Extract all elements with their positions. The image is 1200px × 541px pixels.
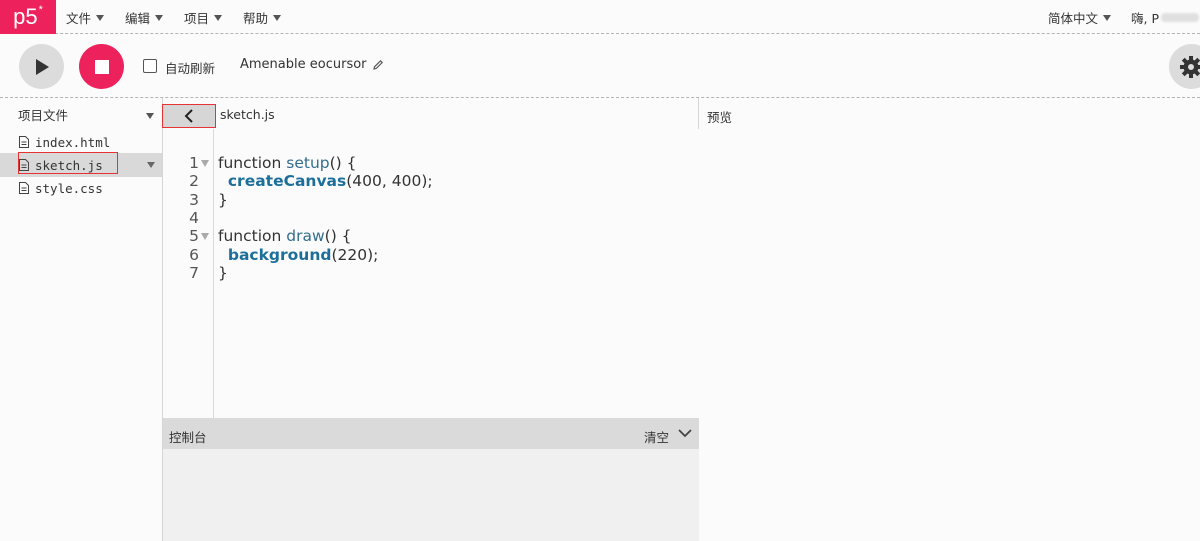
preview-title: 预览 (707, 110, 733, 125)
settings-button[interactable] (1169, 44, 1200, 89)
line-number: 1 (189, 154, 199, 172)
play-icon (35, 58, 49, 75)
code-line-6: background(220); (227, 245, 379, 264)
highlight-box (18, 152, 118, 174)
user-menu[interactable]: 嗨, P (1131, 0, 1199, 34)
menu-help-label: 帮助 (243, 10, 269, 26)
file-icon (19, 182, 29, 194)
code-line-3: } (218, 190, 228, 209)
line-number: 4 (189, 208, 199, 227)
file-item-index-html[interactable]: index.html (0, 130, 162, 154)
top-nav: p5 * 文件 编辑 项目 帮助 简体中文 嗨, P (0, 0, 1200, 34)
pencil-icon[interactable] (372, 59, 384, 71)
line-number: 6 (189, 245, 199, 264)
code-line-5: function draw() { (218, 227, 352, 246)
gear-icon (1180, 55, 1200, 78)
file-options-chevron-icon[interactable] (147, 162, 155, 168)
logo-text: p5 (13, 4, 38, 29)
user-greeting: 嗨, P (1131, 10, 1159, 26)
chevron-down-icon (1103, 15, 1112, 21)
line-number: 7 (189, 263, 199, 282)
project-name-text: Amenable eocursor (240, 57, 367, 72)
menu-project-label: 项目 (184, 10, 210, 26)
sidebar-header: 项目文件 (0, 98, 162, 130)
stop-button[interactable] (79, 44, 124, 89)
project-name[interactable]: Amenable eocursor (240, 57, 384, 72)
menu-file-label: 文件 (66, 10, 92, 26)
editor-header: sketch.js (162, 98, 699, 130)
code-editor-panel: sketch.js 1 function setup() { 2 createC… (162, 98, 699, 541)
console-title: 控制台 (169, 430, 207, 445)
sidebar-options-chevron-icon[interactable] (146, 113, 154, 119)
menu-edit[interactable]: 编辑 (125, 0, 164, 34)
highlight-box (162, 104, 216, 128)
console-header: 控制台 清空 (163, 418, 699, 449)
code-line-1: function setup() { (218, 154, 357, 172)
line-number: 2 (189, 172, 199, 191)
file-sidebar: 项目文件 index.html sketch.js style.css (0, 98, 162, 541)
language-selector[interactable]: 简体中文 (1048, 0, 1112, 34)
code-line-2: createCanvas(400, 400); (227, 172, 433, 191)
console-panel: 控制台 清空 (163, 418, 699, 541)
chevron-down-icon (155, 15, 164, 21)
editor-file-tab: sketch.js (220, 107, 275, 122)
menu-project[interactable]: 项目 (184, 0, 223, 34)
file-icon (19, 136, 29, 148)
line-number: 5 (189, 227, 199, 246)
code-line-7: } (218, 263, 228, 282)
logo-asterisk: * (38, 4, 43, 16)
p5-logo[interactable]: p5 * (0, 0, 56, 34)
menu-file[interactable]: 文件 (66, 0, 105, 34)
play-button[interactable] (19, 44, 64, 89)
file-item-style-css[interactable]: style.css (0, 176, 162, 200)
chevron-down-icon (96, 15, 105, 21)
fold-arrow-icon[interactable] (201, 160, 209, 167)
autorefresh-checkbox[interactable] (143, 59, 157, 73)
line-number: 3 (189, 190, 199, 209)
file-name: index.html (35, 134, 111, 150)
chevron-down-icon (214, 15, 223, 21)
chevron-down-icon (273, 15, 282, 21)
fold-arrow-icon[interactable] (201, 233, 209, 240)
language-label: 简体中文 (1048, 10, 1099, 26)
code-area[interactable]: 1 function setup() { 2 createCanvas(400,… (163, 129, 699, 418)
sidebar-title: 项目文件 (18, 107, 69, 123)
redacted-username (1161, 12, 1199, 22)
file-name: style.css (35, 180, 103, 196)
menu-edit-label: 编辑 (125, 10, 151, 26)
chevron-down-icon[interactable] (678, 428, 692, 438)
stop-icon (94, 59, 109, 74)
toolbar: 自动刷新 Amenable eocursor (0, 34, 1200, 98)
console-clear-button[interactable]: 清空 (644, 427, 669, 446)
menu-help[interactable]: 帮助 (243, 0, 282, 34)
autorefresh-label: 自动刷新 (165, 61, 216, 76)
